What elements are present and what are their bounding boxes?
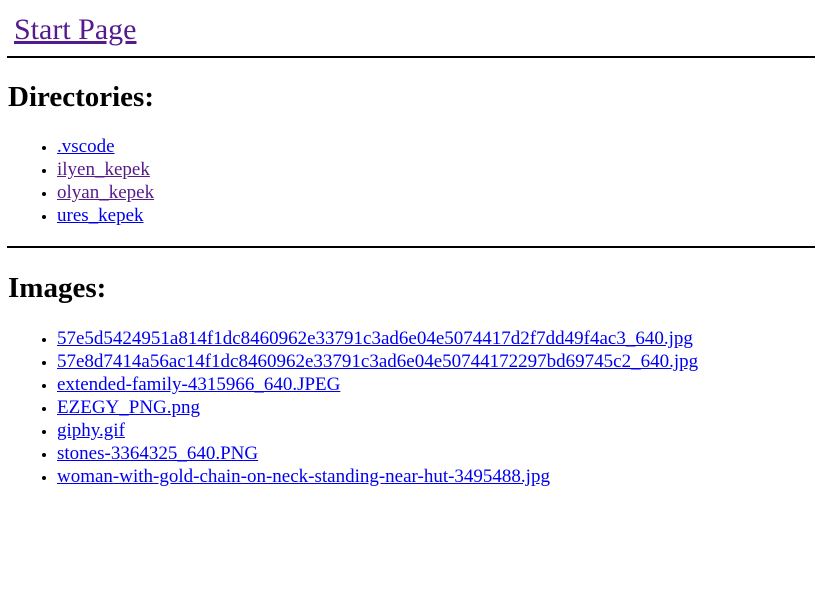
divider-top bbox=[7, 56, 815, 58]
image-link[interactable]: giphy.gif bbox=[57, 420, 125, 441]
image-link[interactable]: stones-3364325_640.PNG bbox=[57, 443, 258, 464]
image-link[interactable]: 57e5d5424951a814f1dc8460962e33791c3ad6e0… bbox=[57, 328, 693, 349]
images-list: 57e5d5424951a814f1dc8460962e33791c3ad6e0… bbox=[0, 327, 698, 488]
list-item: 57e5d5424951a814f1dc8460962e33791c3ad6e0… bbox=[57, 327, 698, 350]
list-item: .vscode bbox=[57, 135, 154, 158]
image-link[interactable]: extended-family-4315966_640.JPEG bbox=[57, 374, 340, 395]
directory-link-ures-kepek[interactable]: ures_kepek bbox=[57, 205, 144, 226]
list-item: EZEGY_PNG.png bbox=[57, 396, 698, 419]
list-item: extended-family-4315966_640.JPEG bbox=[57, 373, 698, 396]
list-item: 57e8d7414a56ac14f1dc8460962e33791c3ad6e0… bbox=[57, 350, 698, 373]
list-item: ilyen_kepek bbox=[57, 158, 154, 181]
list-item: woman-with-gold-chain-on-neck-standing-n… bbox=[57, 465, 698, 488]
directories-heading: Directories: bbox=[8, 81, 154, 113]
divider-middle bbox=[7, 246, 815, 248]
directories-list: .vscode ilyen_kepek olyan_kepek ures_kep… bbox=[0, 135, 154, 227]
list-item: stones-3364325_640.PNG bbox=[57, 442, 698, 465]
start-page-link[interactable]: Start Page bbox=[14, 12, 136, 48]
list-item: giphy.gif bbox=[57, 419, 698, 442]
directory-link-vscode[interactable]: .vscode bbox=[57, 136, 115, 157]
directory-link-olyan-kepek[interactable]: olyan_kepek bbox=[57, 182, 154, 203]
image-link[interactable]: EZEGY_PNG.png bbox=[57, 397, 200, 418]
list-item: ures_kepek bbox=[57, 204, 154, 227]
images-heading: Images: bbox=[8, 272, 107, 304]
image-link[interactable]: woman-with-gold-chain-on-neck-standing-n… bbox=[57, 466, 550, 487]
directory-link-ilyen-kepek[interactable]: ilyen_kepek bbox=[57, 159, 150, 180]
image-link[interactable]: 57e8d7414a56ac14f1dc8460962e33791c3ad6e0… bbox=[57, 351, 698, 372]
list-item: olyan_kepek bbox=[57, 181, 154, 204]
